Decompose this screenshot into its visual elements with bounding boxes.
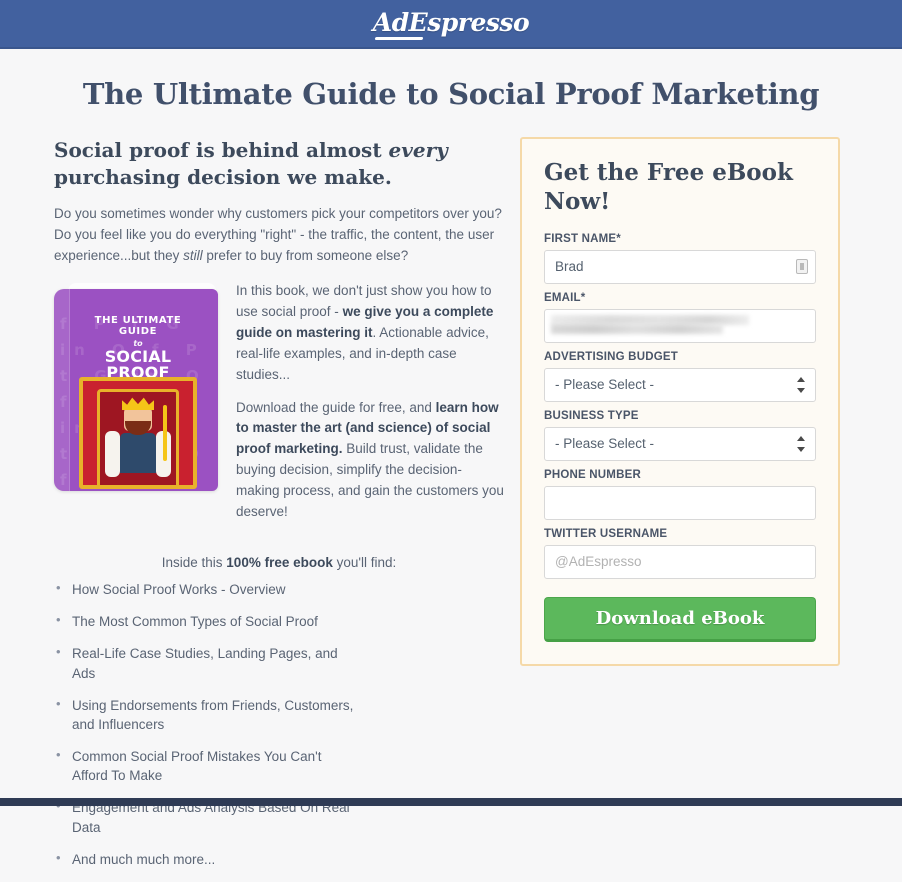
list-item: Engagement and Ads Analysis Based On Rea… [54,797,354,849]
phone-number-input[interactable] [544,485,816,520]
email-label: EMAIL* [544,291,586,304]
first-name-field-wrap [544,249,816,284]
body-p2-text-1: Download the guide for free, and [236,399,436,415]
first-name-input[interactable] [544,249,816,284]
intro-text-2: prefer to buy from someone else? [202,248,409,264]
king-illustration [79,376,197,489]
intro-paragraph: Do you sometimes wonder why customers pi… [54,204,504,267]
inside-text-1: Inside this [161,555,227,571]
king-robe-left [105,430,120,477]
list-item: Common Social Proof Mistakes You Can't A… [54,746,354,798]
adespresso-logo[interactable]: AdEspresso [373,8,530,40]
body-paragraph-2: Download the guide for free, and learn h… [236,398,504,524]
page-title: The Ultimate Guide to Social Proof Marke… [82,77,820,111]
body-paragraph-1: In this book, we don't just show you how… [236,281,504,386]
advertising-budget-wrap: - Please Select - [544,367,816,402]
book-description: In this book, we don't just show you how… [236,279,504,535]
inside-ebook-line: Inside this 100% free ebook you'll find: [54,555,504,570]
twitter-username-input[interactable] [544,544,816,579]
first-name-label: FIRST NAME* [544,232,621,245]
autofill-contact-icon[interactable] [796,258,808,274]
main-content: Social proof is behind almost every purc… [0,111,902,882]
list-item: Real-Life Case Studies, Landing Pages, a… [54,643,354,695]
list-item: Using Endorsements from Friends, Custome… [54,695,354,747]
book-and-copy-row: f P t G in O f P t G in O f P t G in O f… [54,279,504,535]
twitter-username-label: TWITTER USERNAME [544,527,668,540]
business-type-wrap: - Please Select - [544,426,816,461]
lead-capture-form: Get the Free eBook Now! FIRST NAME* EMAI… [520,137,840,666]
form-title: Get the Free eBook Now! [544,159,793,215]
business-type-select[interactable]: - Please Select - [544,426,816,461]
book-cover-line1: THE ULTIMATE GUIDE [94,314,182,337]
list-item: How Social Proof Works - Overview [54,579,354,612]
download-ebook-button[interactable]: Download eBook [544,596,816,642]
phone-number-label: PHONE NUMBER [544,468,641,481]
site-footer [0,798,902,806]
king-body [120,432,156,473]
advertising-budget-label: ADVERTISING BUDGET [544,350,678,363]
list-item: The Most Common Types of Social Proof [54,611,354,644]
ebook-cover-image: f P t G in O f P t G in O f P t G in O f… [54,279,220,491]
inside-text-2: you'll find: [332,555,397,571]
feature-list: How Social Proof Works - Overview The Mo… [54,579,504,882]
intro-emphasis: still [183,248,203,264]
site-header: AdEspresso [0,0,902,49]
book-cover-connector: to [133,338,143,348]
email-input[interactable] [544,308,816,343]
business-type-label: BUSINESS TYPE [544,409,639,422]
book-body: f P t G in O f P t G in O f P t G in O f… [54,288,218,491]
list-item: And much much more... [54,849,354,882]
lede-text-1: Social proof is behind almost [54,138,389,162]
inside-bold: 100% free ebook [226,555,333,571]
right-column: Get the Free eBook Now! FIRST NAME* EMAI… [520,137,840,666]
scepter-icon [163,404,167,461]
lede-emphasis: every [388,138,448,162]
lede-heading: Social proof is behind almost every purc… [54,137,504,190]
left-column: Social proof is behind almost every purc… [54,137,520,882]
lede-text-2: purchasing decision we make. [54,164,392,189]
advertising-budget-select[interactable]: - Please Select - [544,367,816,402]
